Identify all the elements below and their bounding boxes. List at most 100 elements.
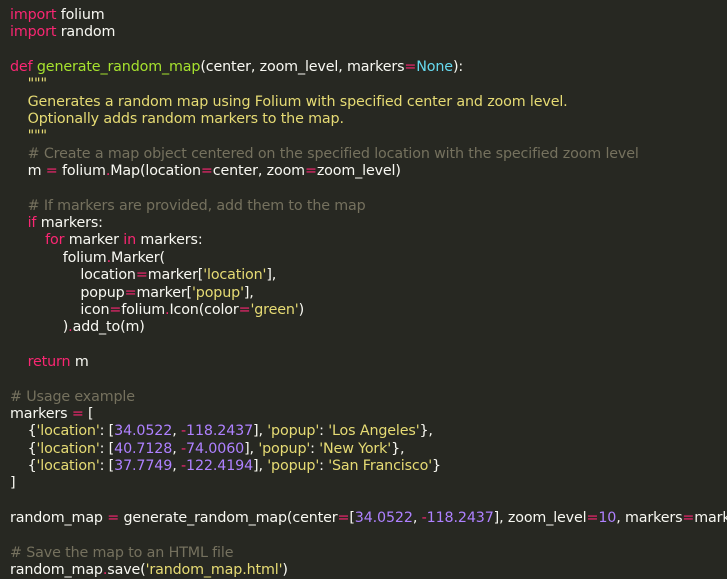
code-token: """ [27, 128, 47, 145]
code-token: = [337, 509, 350, 526]
code-line[interactable]: # If markers are provided, add them to t… [0, 198, 727, 215]
code-token: markers [10, 405, 72, 422]
code-token: 'San Francisco' [328, 457, 433, 474]
code-editor[interactable]: import folium import random def generate_r… [0, 0, 727, 578]
code-token: marker[ [136, 284, 192, 301]
code-token: 'popup' [258, 440, 311, 457]
code-line[interactable]: # Create a map object centered on the sp… [0, 146, 727, 163]
code-token: # Usage example [10, 388, 135, 405]
code-line[interactable]: import random [0, 24, 727, 41]
code-line[interactable]: folium.Marker( [0, 250, 727, 267]
code-line[interactable]: icon=folium.Icon(color='green') [0, 302, 727, 319]
code-token: : [ [99, 457, 115, 474]
code-token: Map(location [110, 163, 201, 180]
code-line[interactable]: if markers: [0, 215, 727, 232]
code-line[interactable] [0, 371, 727, 388]
code-line[interactable]: # Usage example [0, 389, 727, 406]
code-token: = [135, 267, 148, 284]
code-token: } [432, 457, 441, 474]
code-token: 'random_map.html' [145, 562, 283, 578]
code-line[interactable]: {'location': [37.7749, -122.4194], 'popu… [0, 458, 727, 475]
code-line[interactable] [0, 42, 727, 59]
code-token: ) [298, 301, 305, 318]
code-line[interactable]: return m [0, 354, 727, 371]
code-token: Marker( [110, 249, 165, 266]
code-token: 74.0060 [186, 440, 245, 457]
code-token: = [304, 163, 317, 180]
code-line[interactable]: markers = [ [0, 406, 727, 423]
code-token: }, [391, 440, 405, 457]
code-token: generate_random_map [36, 59, 201, 76]
code-token: add_to(m) [72, 319, 145, 336]
code-token: Icon(color [169, 301, 239, 318]
code-token: random [56, 24, 116, 41]
code-token: 118.2437 [426, 509, 494, 526]
code-token: None [416, 59, 453, 76]
code-token: 118.2437 [186, 423, 254, 440]
code-token: ], [253, 423, 268, 440]
code-line[interactable]: ).add_to(m) [0, 319, 727, 336]
code-token: , [412, 509, 422, 526]
code-line[interactable] [0, 337, 727, 354]
code-line[interactable]: popup=marker['popup'], [0, 285, 727, 302]
code-token: 'popup' [192, 284, 244, 301]
code-token: marker [64, 232, 124, 249]
code-token: = [682, 509, 695, 526]
code-line[interactable]: random_map = generate_random_map(center=… [0, 510, 727, 527]
code-token: 37.7749 [114, 457, 173, 474]
code-token: = [109, 301, 122, 318]
code-token: m [10, 163, 46, 180]
code-token: = [238, 301, 251, 318]
code-token: 'popup' [267, 457, 320, 474]
code-line[interactable]: m = folium.Map(location=center, zoom=zoo… [0, 163, 727, 180]
code-token: { [10, 440, 37, 457]
code-token: = [45, 163, 58, 180]
code-line[interactable]: Optionally adds random markers to the ma… [0, 111, 727, 128]
code-line[interactable] [0, 527, 727, 544]
code-line[interactable]: """ [0, 128, 727, 145]
code-token: , [172, 440, 181, 457]
code-line[interactable]: # Save the map to an HTML file [0, 545, 727, 562]
code-line[interactable]: location=marker['location'], [0, 267, 727, 284]
code-token: { [10, 457, 37, 474]
code-token: ) [10, 319, 69, 336]
code-line[interactable]: {'location': [34.0522, -118.2437], 'popu… [0, 423, 727, 440]
code-token: = [404, 59, 417, 76]
code-token: , [172, 423, 181, 440]
code-token: = [71, 405, 84, 422]
code-line[interactable] [0, 180, 727, 197]
code-token: ], [244, 440, 259, 457]
code-token: folium [121, 301, 166, 318]
code-line[interactable]: ] [0, 475, 727, 492]
code-token: 'location' [203, 267, 267, 284]
code-token: popup [10, 284, 125, 301]
code-line[interactable]: """ [0, 76, 727, 93]
code-token: ] [10, 475, 16, 492]
code-token: folium [10, 249, 107, 266]
code-line[interactable]: import folium [0, 7, 727, 24]
code-token: , markers [616, 509, 683, 526]
code-token: center, zoom [212, 163, 305, 180]
code-token: = [200, 163, 213, 180]
code-line[interactable]: random_map.save('random_map.html') [0, 562, 727, 579]
code-token: 40.7128 [114, 440, 173, 457]
code-line[interactable]: for marker in markers: [0, 232, 727, 249]
code-line[interactable]: {'location': [40.7128, -74.0060], 'popup… [0, 441, 727, 458]
code-token: = [107, 509, 120, 526]
code-token: : [319, 457, 329, 474]
code-line[interactable] [0, 493, 727, 510]
code-line[interactable]: def generate_random_map(center, zoom_lev… [0, 59, 727, 76]
code-token: 'location' [36, 440, 100, 457]
code-token: { [10, 423, 37, 440]
code-token: 122.4194 [186, 457, 254, 474]
code-token: return [27, 353, 71, 370]
code-token: ], [266, 267, 277, 284]
code-line[interactable]: Generates a random map using Folium with… [0, 94, 727, 111]
